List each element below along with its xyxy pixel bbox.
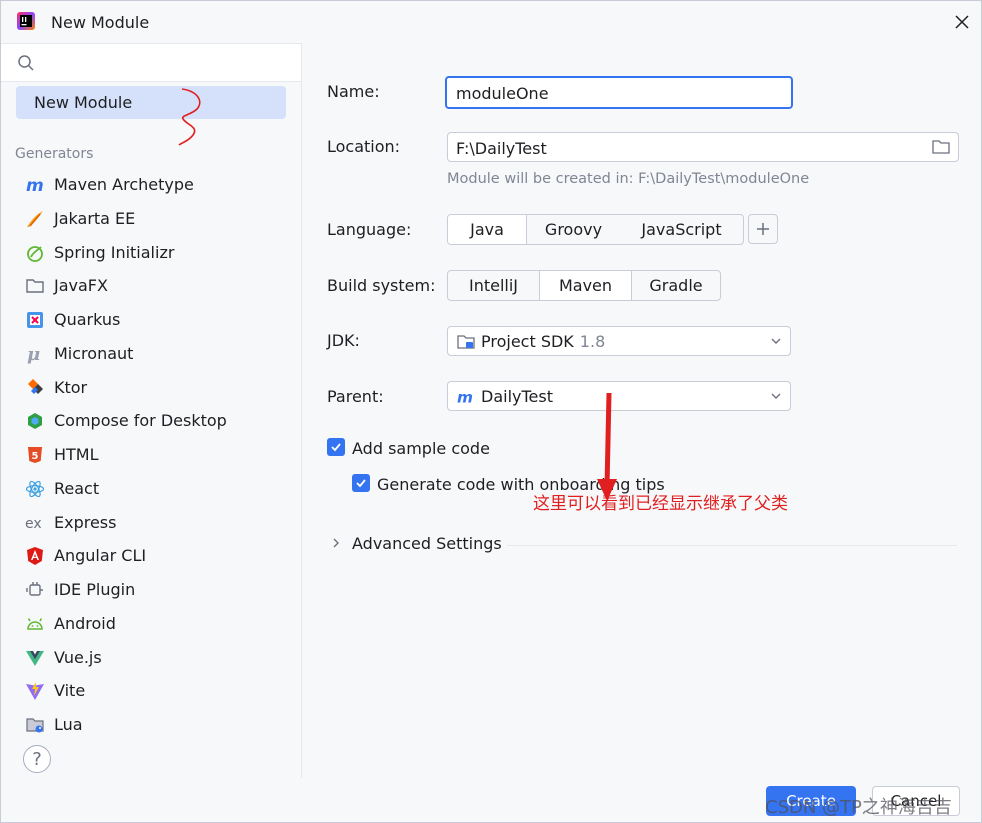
annotation-text: 这里可以看到已经显示继承了父类 [533,494,788,514]
watermark: CSDN @TP之神海吉吉 [765,797,952,818]
annotation-arrow [604,392,612,488]
new-module-dialog: New Module New Module Generators m Maven… [0,0,982,823]
help-button[interactable]: ? [23,745,51,773]
annotation-overlay [178,88,617,501]
annotation-scribble [178,88,201,146]
